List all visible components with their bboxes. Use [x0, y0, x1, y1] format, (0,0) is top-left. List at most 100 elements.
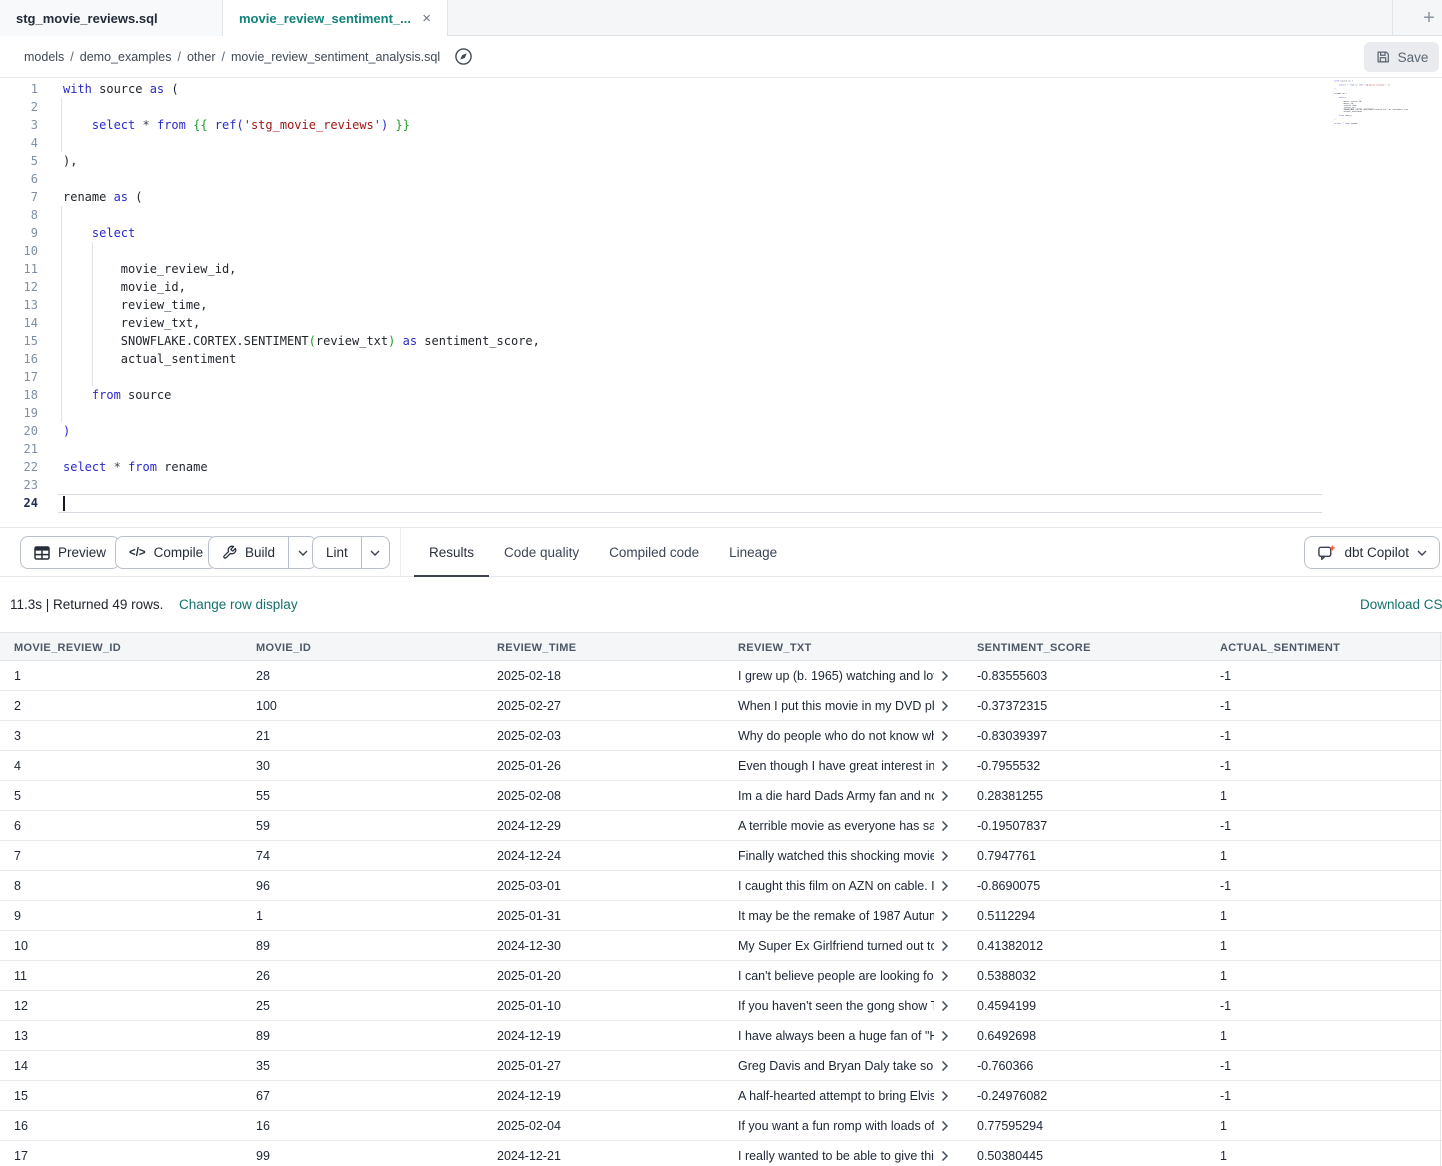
table-cell: -0.24976082 — [977, 1081, 1047, 1111]
file-tab-movie-review-sentiment[interactable]: movie_review_sentiment_... × — [223, 0, 448, 37]
column-header: REVIEW_TXT — [738, 633, 812, 662]
table-cell: 1 — [1220, 901, 1227, 931]
review-text: My Super Ex Girlfriend turned out to b… — [738, 939, 934, 953]
close-tab-icon[interactable]: × — [422, 11, 431, 26]
table-cell: 0.77595294 — [977, 1111, 1043, 1141]
file-tab-bar: stg_movie_reviews.sql movie_review_senti… — [0, 0, 1442, 36]
result-tabs: ResultsCode qualityCompiled codeLineage — [414, 528, 792, 577]
table-cell: -0.83555603 — [977, 661, 1047, 691]
expand-cell-chevron-icon[interactable] — [941, 1120, 953, 1132]
expand-cell-chevron-icon[interactable] — [941, 970, 953, 982]
file-tab-stg-movie-reviews[interactable]: stg_movie_reviews.sql — [0, 0, 223, 36]
table-cell: My Super Ex Girlfriend turned out to b… — [738, 931, 963, 961]
table-cell: -1 — [1220, 661, 1231, 691]
result-tab-lineage[interactable]: Lineage — [714, 528, 792, 577]
table-cell: 2024-12-21 — [497, 1141, 561, 1166]
result-tab-compiled-code[interactable]: Compiled code — [594, 528, 714, 577]
table-cell: 74 — [256, 841, 270, 871]
table-cell: -0.37372315 — [977, 691, 1047, 721]
line-number: 22 — [0, 458, 38, 476]
download-csv-link[interactable]: Download CSV — [1360, 597, 1442, 612]
breadcrumb-separator: / — [178, 50, 181, 64]
expand-cell-chevron-icon[interactable] — [941, 940, 953, 952]
table-cell: 6 — [14, 811, 21, 841]
review-text: Even though I have great interest in Bi… — [738, 759, 934, 773]
new-tab-button[interactable]: + — [1416, 0, 1442, 36]
table-row: 5552025-02-08Im a die hard Dads Army fan… — [0, 781, 1442, 811]
code-line: 9 select — [0, 224, 1442, 242]
preview-label: Preview — [58, 545, 106, 560]
table-cell: 3 — [14, 721, 21, 751]
table-cell: 2024-12-19 — [497, 1081, 561, 1111]
expand-cell-chevron-icon[interactable] — [941, 1090, 953, 1102]
expand-cell-chevron-icon[interactable] — [941, 700, 953, 712]
table-cell: If you want a fun romp with loads of s… — [738, 1111, 963, 1141]
expand-cell-chevron-icon[interactable] — [941, 880, 953, 892]
lint-split-button: Lint — [312, 536, 390, 569]
review-text: I caught this film on AZN on cable. It s… — [738, 879, 934, 893]
table-cell: I caught this film on AZN on cable. It s… — [738, 871, 963, 901]
table-cell: 10 — [14, 931, 28, 961]
table-cell: A terrible movie as everyone has said. … — [738, 811, 963, 841]
compile-button[interactable]: </> Compile — [115, 536, 217, 569]
table-header: MOVIE_REVIEW_IDMOVIE_IDREVIEW_TIMEREVIEW… — [0, 632, 1442, 661]
preview-button[interactable]: Preview — [20, 536, 120, 569]
expand-cell-chevron-icon[interactable] — [941, 760, 953, 772]
table-row: 15672024-12-19A half-hearted attempt to … — [0, 1081, 1442, 1111]
table-row: 912025-01-31It may be the remake of 1987… — [0, 901, 1442, 931]
expand-cell-chevron-icon[interactable] — [941, 850, 953, 862]
expand-cell-chevron-icon[interactable] — [941, 820, 953, 832]
text-cursor — [63, 496, 65, 511]
table-cell: 0.28381255 — [977, 781, 1043, 811]
code-editor[interactable]: 1with source as (2 3 select * from {{ re… — [0, 78, 1442, 527]
column-header: REVIEW_TIME — [497, 633, 576, 662]
code-line: 6 — [0, 170, 1442, 188]
table-cell: 30 — [256, 751, 270, 781]
action-bar: Preview </> Compile Build Lint — [0, 527, 1442, 577]
review-text: When I put this movie in my DVD playe… — [738, 699, 934, 713]
expand-cell-chevron-icon[interactable] — [941, 1000, 953, 1012]
column-header: SENTIMENT_SCORE — [977, 633, 1091, 662]
table-cell: 1 — [1220, 781, 1227, 811]
line-number: 23 — [0, 476, 38, 494]
expand-cell-chevron-icon[interactable] — [941, 730, 953, 742]
line-number: 5 — [0, 152, 38, 170]
line-number: 16 — [0, 350, 38, 368]
lint-button[interactable]: Lint — [313, 537, 361, 568]
line-number: 17 — [0, 368, 38, 386]
table-cell: I grew up (b. 1965) watching and lovin… — [738, 661, 963, 691]
lint-dropdown-caret[interactable] — [361, 537, 389, 568]
expand-cell-chevron-icon[interactable] — [941, 790, 953, 802]
change-row-display-link[interactable]: Change row display — [179, 597, 298, 612]
dbt-copilot-button[interactable]: dbt Copilot — [1304, 536, 1440, 569]
table-cell: Im a die hard Dads Army fan and nothi… — [738, 781, 963, 811]
breadcrumb-separator: / — [70, 50, 73, 64]
table-row: 13892024-12-19I have always been a huge … — [0, 1021, 1442, 1051]
table-row: 4302025-01-26Even though I have great in… — [0, 751, 1442, 781]
result-tab-results[interactable]: Results — [414, 528, 489, 577]
build-label: Build — [245, 545, 275, 560]
review-text: A terrible movie as everyone has said. … — [738, 819, 934, 833]
expand-cell-chevron-icon[interactable] — [941, 1060, 953, 1072]
review-text: I grew up (b. 1965) watching and lovin… — [738, 669, 934, 683]
expand-cell-chevron-icon[interactable] — [941, 910, 953, 922]
line-number: 2 — [0, 98, 38, 116]
table-cell: 16 — [14, 1111, 28, 1141]
table-cell: 0.41382012 — [977, 931, 1043, 961]
table-cell: 99 — [256, 1141, 270, 1166]
save-button[interactable]: Save — [1364, 42, 1439, 72]
minimap[interactable]: with source as ( select * from {{ ref('s… — [1330, 80, 1408, 134]
expand-cell-chevron-icon[interactable] — [941, 1030, 953, 1042]
tabbar-divider — [1392, 0, 1393, 36]
expand-cell-chevron-icon[interactable] — [941, 1150, 953, 1162]
explore-compass-icon[interactable] — [454, 47, 473, 66]
table-row: 1282025-02-18I grew up (b. 1965) watchin… — [0, 661, 1442, 691]
result-tab-code-quality[interactable]: Code quality — [489, 528, 594, 577]
table-cell: Even though I have great interest in Bi… — [738, 751, 963, 781]
toolbar-separator — [400, 528, 401, 576]
expand-cell-chevron-icon[interactable] — [941, 670, 953, 682]
table-cell: 17 — [14, 1141, 28, 1166]
build-button[interactable]: Build — [209, 537, 288, 568]
table-row: 14352025-01-27Greg Davis and Bryan Daly … — [0, 1051, 1442, 1081]
table-cell: 100 — [256, 691, 277, 721]
